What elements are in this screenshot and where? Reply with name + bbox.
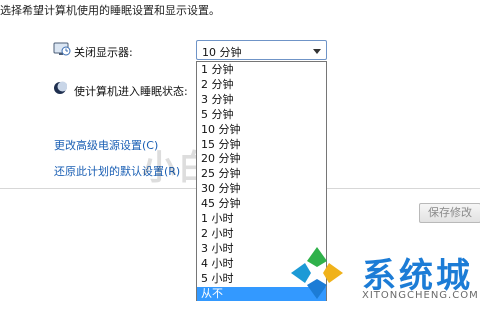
dropdown-option[interactable]: 15 分钟 [197,138,326,153]
brand-logo-icon [291,247,343,299]
sleep-label: 使计算机进入睡眠状态: [74,85,188,98]
dropdown-option[interactable]: 25 分钟 [197,167,326,182]
dropdown-option[interactable]: 1 小时 [197,212,326,227]
dropdown-option[interactable]: 5 分钟 [197,108,326,123]
dropdown-option[interactable]: 30 分钟 [197,182,326,197]
moon-icon [54,81,67,94]
monitor-icon [53,42,71,56]
turn-off-display-select[interactable]: 10 分钟 [196,40,327,60]
dropdown-option[interactable]: 3 分钟 [197,93,326,108]
dropdown-option[interactable]: 20 分钟 [197,152,326,167]
select-value: 10 分钟 [202,46,242,59]
brand-site: XITONGCHENG.COM [362,290,479,301]
chevron-down-icon [313,49,321,54]
save-changes-button[interactable]: 保存修改 [419,203,480,223]
dropdown-option[interactable]: 45 分钟 [197,197,326,212]
turn-off-display-label: 关闭显示器: [74,46,133,59]
dropdown-option[interactable]: 10 分钟 [197,123,326,138]
dropdown-option[interactable]: 1 分钟 [197,63,326,78]
intro-text: 选择希望计算机使用的睡眠设置和显示设置。 [0,4,220,17]
dropdown-option[interactable]: 2 分钟 [197,78,326,93]
dropdown-option[interactable]: 2 小时 [197,227,326,242]
